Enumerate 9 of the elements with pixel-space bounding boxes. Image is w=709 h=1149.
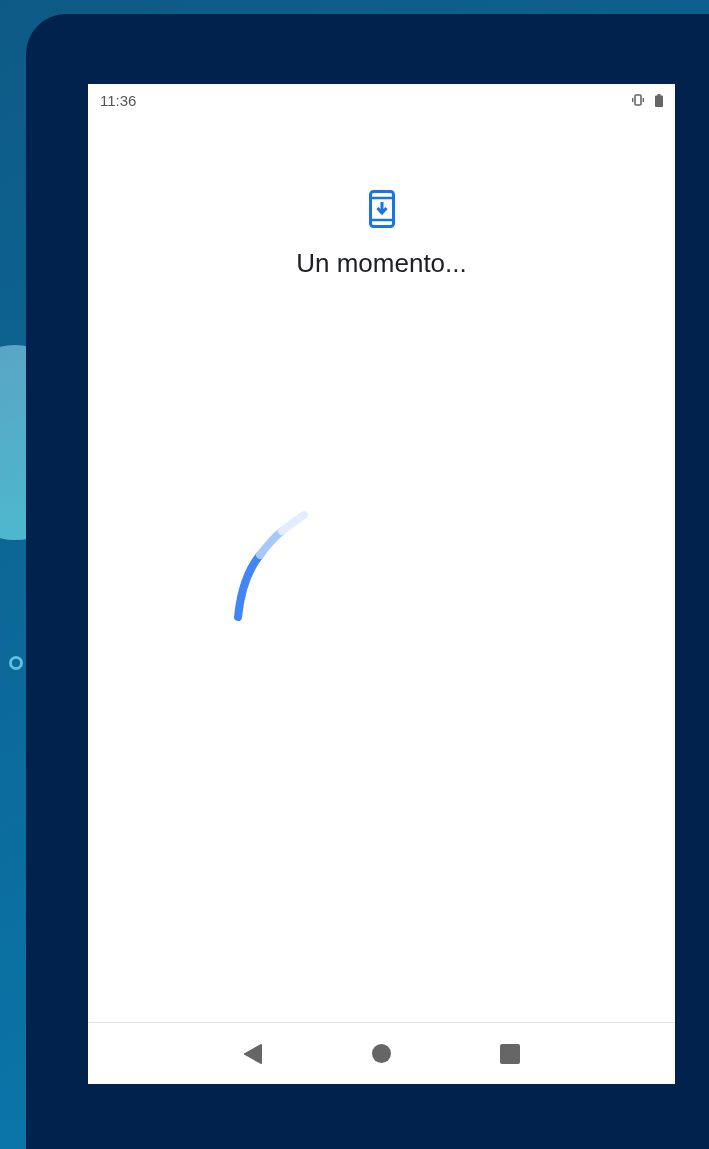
home-icon[interactable] <box>372 1044 391 1063</box>
vibrate-icon <box>631 94 645 106</box>
ring-icon <box>9 656 23 670</box>
phone-download-icon <box>368 190 395 228</box>
battery-icon <box>655 93 663 107</box>
title: Un momento... <box>296 248 467 279</box>
status-time: 11:36 <box>100 91 137 109</box>
back-icon[interactable] <box>242 1042 263 1065</box>
recents-icon[interactable] <box>500 1043 521 1064</box>
